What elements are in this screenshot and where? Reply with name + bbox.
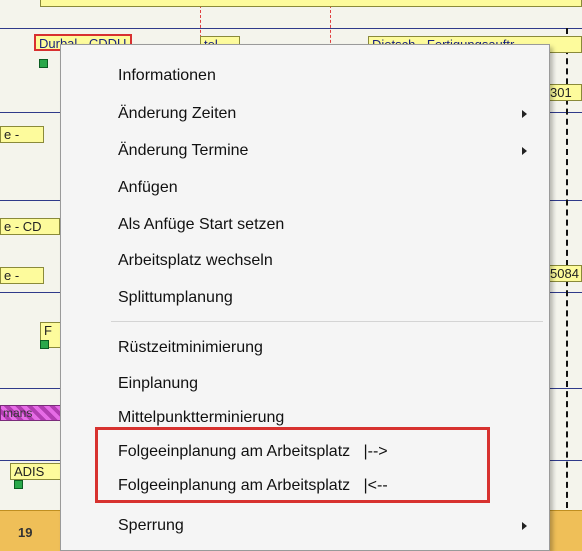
gantt-bar-label: e - xyxy=(4,127,20,142)
menu-item-aenderung-termine[interactable]: Änderung Termine xyxy=(61,134,549,168)
menu-item-label: Folgeeinplanung am Arbeitsplatz |<-- xyxy=(118,477,388,494)
gantt-row-line xyxy=(0,28,582,29)
gantt-bar-label: mans xyxy=(3,406,33,420)
gantt-node-marker xyxy=(14,480,23,489)
menu-item-einplanung[interactable]: Einplanung xyxy=(61,367,549,401)
gantt-bar[interactable]: ADIS xyxy=(10,463,62,480)
menu-separator xyxy=(111,321,543,322)
gantt-bar[interactable]: e - xyxy=(0,267,44,284)
gantt-bar-label: 5084 xyxy=(550,266,579,281)
menu-item-label: Splittumplanung xyxy=(118,289,233,306)
gantt-bar-label: F xyxy=(44,323,52,338)
menu-item-informationen[interactable]: Informationen xyxy=(61,59,549,93)
menu-item-label: Änderung Zeiten xyxy=(118,105,237,122)
menu-item-ruestzeitminimierung[interactable]: Rüstzeitminimierung xyxy=(61,331,549,365)
chevron-right-icon xyxy=(522,522,527,530)
context-menu: Informationen Änderung Zeiten Änderung T… xyxy=(60,44,550,551)
gantt-bar[interactable]: 5084 xyxy=(546,265,582,282)
gantt-bar-label: ADIS xyxy=(14,464,45,479)
gantt-bar-label: e - xyxy=(4,268,20,283)
menu-item-label: Folgeeinplanung am Arbeitsplatz |--> xyxy=(118,443,388,460)
gantt-bar-label: e - CD xyxy=(4,219,42,234)
gantt-bar-top[interactable] xyxy=(40,0,582,7)
timeline-date-label: 19 xyxy=(18,525,33,540)
menu-item-label: Änderung Termine xyxy=(118,142,249,159)
menu-item-aenderung-zeiten[interactable]: Änderung Zeiten xyxy=(61,97,549,131)
chevron-right-icon xyxy=(522,110,527,118)
menu-item-mittelpunktterminierung[interactable]: Mittelpunktterminierung xyxy=(61,401,549,435)
menu-item-anfuegen[interactable]: Anfügen xyxy=(61,171,549,205)
menu-item-label: Einplanung xyxy=(118,375,199,392)
gantt-bar[interactable]: e - CD xyxy=(0,218,60,235)
menu-item-sperrung[interactable]: Sperrung xyxy=(61,509,549,543)
gantt-bar[interactable]: e - xyxy=(0,126,44,143)
menu-item-label: Sperrung xyxy=(118,517,184,534)
menu-item-folgeeinplanung-vorwaerts[interactable]: Folgeeinplanung am Arbeitsplatz |--> xyxy=(61,435,549,469)
menu-item-label: Anfügen xyxy=(118,179,178,196)
gantt-node-marker xyxy=(39,59,48,68)
menu-item-folgeeinplanung-rueckwaerts[interactable]: Folgeeinplanung am Arbeitsplatz |<-- xyxy=(61,469,549,503)
gantt-bar-label: 301 xyxy=(550,85,572,100)
menu-item-als-anfuege-start-setzen[interactable]: Als Anfüge Start setzen xyxy=(61,208,549,242)
chevron-right-icon xyxy=(522,147,527,155)
menu-item-label: Rüstzeitminimierung xyxy=(118,339,263,356)
gantt-bar[interactable]: 301 xyxy=(546,84,582,101)
menu-item-splittumplanung[interactable]: Splittumplanung xyxy=(61,281,549,315)
menu-item-label: Arbeitsplatz wechseln xyxy=(118,252,273,269)
menu-item-label: Mittelpunktterminierung xyxy=(118,409,285,426)
menu-item-label: Als Anfüge Start setzen xyxy=(118,216,285,233)
gantt-bar-conflict[interactable]: mans xyxy=(0,405,62,421)
menu-item-arbeitsplatz-wechseln[interactable]: Arbeitsplatz wechseln xyxy=(61,244,549,278)
menu-item-label: Informationen xyxy=(118,67,216,84)
gantt-node-marker xyxy=(40,340,49,349)
